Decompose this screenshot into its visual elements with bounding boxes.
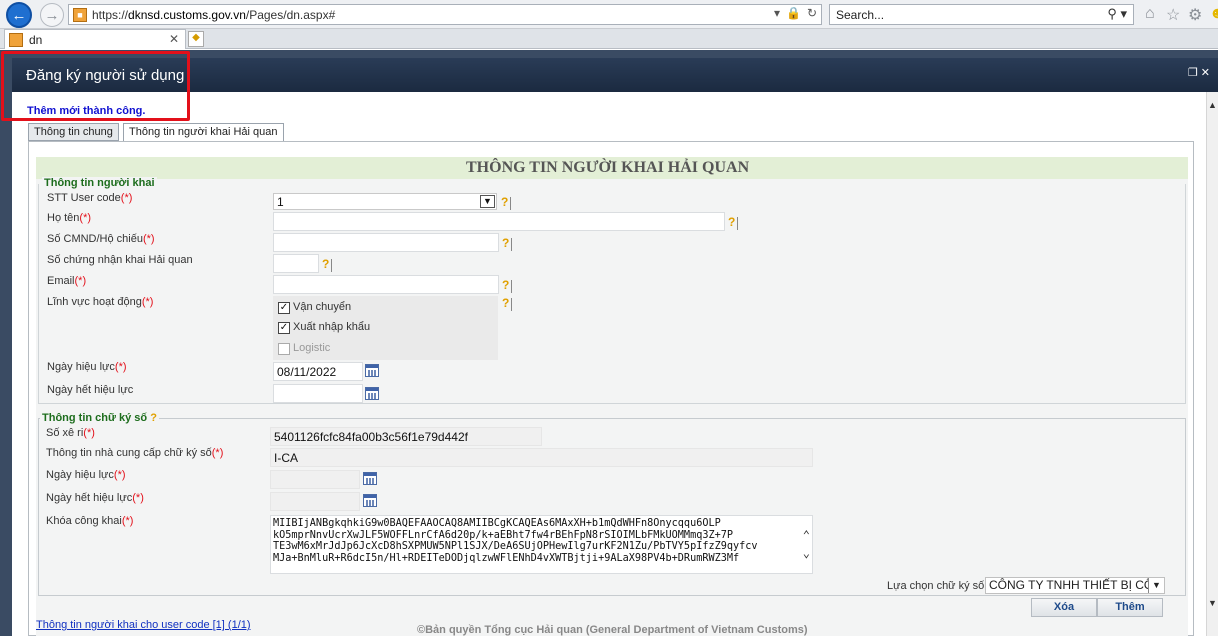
sig-select-label: Lựa chọn chữ ký số [887, 580, 985, 592]
tab-general-info[interactable]: Thông tin chung [28, 123, 119, 141]
footer-copyright: ©Bản quyền Tổng cục Hải quan (General De… [417, 624, 808, 636]
email-label: Email(*) [47, 275, 87, 287]
url-text: https://dknsd.customs.gov.vn/Pages/dn.as… [92, 7, 336, 22]
id-label: Số CMND/Hộ chiếu(*) [47, 233, 155, 245]
page-title: THÔNG TIN NGƯỜI KHAI HẢI QUAN [466, 159, 750, 176]
tab-favicon-icon [9, 32, 23, 47]
checkbox-transport-label: Vận chuyển [293, 301, 352, 313]
refresh-icon[interactable]: ↻ [807, 6, 817, 20]
help-icon[interactable]: ? [728, 215, 739, 230]
checkbox-import-export[interactable]: ✓ [278, 322, 290, 334]
close-tab-icon[interactable]: ✕ [169, 32, 179, 46]
calendar-icon[interactable] [363, 472, 377, 485]
tab-declarant-info[interactable]: Thông tin người khai Hải quan [123, 123, 284, 142]
checkbox-logistic-label: Logistic [293, 342, 331, 354]
calendar-icon[interactable] [365, 387, 379, 400]
back-arrow-icon[interactable]: ← [6, 2, 32, 28]
checkbox-transport[interactable]: ✓ [278, 302, 290, 314]
serial-label: Số xê ri(*) [46, 427, 95, 439]
textarea-scroll-icon[interactable]: ⌃ ⌄ [803, 526, 810, 562]
effective-date-label: Ngày hiệu lực(*) [47, 361, 127, 373]
stt-label: STT User code(*) [47, 192, 133, 204]
checkbox-import-export-label: Xuất nhập khẩu [293, 321, 371, 333]
pagination-note[interactable]: Thông tin người khai cho user code [1] (… [36, 619, 251, 631]
sig-expiry-label: Ngày hết hiệu lực(*) [46, 492, 144, 504]
name-label: Họ tên(*) [47, 212, 92, 224]
url-field[interactable]: ■ https://dknsd.customs.gov.vn/Pages/dn.… [68, 4, 822, 25]
browser-tab[interactable]: dn ✕ [4, 29, 186, 49]
tab-title: dn [29, 32, 43, 47]
home-icon[interactable]: ⌂ [1145, 5, 1155, 23]
help-icon[interactable]: ? [502, 296, 513, 311]
scroll-up-icon[interactable]: ▲ [1208, 100, 1217, 110]
field-label: Lĩnh vực hoạt động(*) [47, 296, 154, 308]
dialog-header: Đăng ký người sử dụng ❐ ✕ [12, 58, 1218, 92]
id-input[interactable] [273, 233, 499, 252]
cert-input[interactable] [273, 254, 319, 273]
provider-label: Thông tin nhà cung cấp chữ ký số(*) [46, 447, 224, 459]
chevron-down-icon[interactable]: ▼ [480, 195, 495, 208]
provider-input[interactable]: I-CA [270, 448, 813, 467]
help-icon[interactable]: ? [501, 195, 512, 210]
expiry-date-input[interactable] [273, 384, 363, 403]
sig-expiry-input[interactable] [270, 492, 360, 511]
pubkey-label: Khóa công khai(*) [46, 515, 134, 527]
email-input[interactable] [273, 275, 499, 294]
help-icon[interactable]: ? [502, 236, 513, 251]
sig-effective-input[interactable] [270, 470, 360, 489]
sig-effective-label: Ngày hiệu lực(*) [46, 469, 126, 481]
calendar-icon[interactable] [365, 364, 379, 377]
dropdown-icon[interactable]: ▾ [774, 6, 780, 20]
delete-button[interactable]: Xóa [1031, 598, 1097, 617]
add-button[interactable]: Thêm [1097, 598, 1163, 617]
favorites-star-icon[interactable]: ☆ [1166, 5, 1180, 25]
name-input[interactable] [273, 212, 725, 231]
serial-input[interactable]: 5401126fcfc84fa00b3c56f1e79d442f [270, 427, 542, 446]
vertical-scrollbar[interactable]: ▲ ▼ [1206, 92, 1218, 636]
help-icon[interactable]: ? [502, 278, 513, 293]
signature-legend: Thông tin chữ ký số ? [40, 412, 159, 424]
pubkey-textarea[interactable]: MIIBIjANBgkqhkiG9w0BAQEFAAOCAQ8AMIIBCgKC… [270, 515, 813, 574]
calendar-icon[interactable] [363, 494, 377, 507]
dialog-window-controls[interactable]: ❐ ✕ [1188, 66, 1210, 79]
highlight-box [1, 51, 190, 121]
chevron-down-icon[interactable]: ▼ [1148, 578, 1164, 593]
cert-label: Số chứng nhận khai Hải quan [47, 254, 193, 266]
new-tab-icon[interactable]: ◆ [188, 31, 204, 47]
search-input[interactable]: Search... ⚲ ▾ [829, 4, 1134, 25]
url-controls: ▾ 🔒 ↻ [774, 6, 817, 20]
forward-arrow-icon[interactable]: → [40, 3, 64, 27]
gear-icon[interactable]: ⚙ [1188, 5, 1202, 25]
checkbox-logistic[interactable] [278, 343, 290, 355]
declarant-legend: Thông tin người khai [42, 177, 157, 189]
browser-tab-row: dn ✕ ◆ [0, 29, 1218, 49]
expiry-date-label: Ngày hết hiệu lực [47, 384, 134, 396]
search-icon[interactable]: ⚲ ▾ [1107, 6, 1127, 22]
lock-icon[interactable]: 🔒 [786, 6, 801, 20]
effective-date-input[interactable]: 08/11/2022 [273, 362, 363, 381]
smiley-icon[interactable]: ☻ [1209, 5, 1218, 23]
help-icon[interactable]: ? [322, 257, 333, 272]
browser-address-bar: ← → ■ https://dknsd.customs.gov.vn/Pages… [0, 0, 1218, 29]
signature-select[interactable]: CÔNG TY TNHH THIẾT BỊ CÔNG ▼ [985, 577, 1165, 594]
scroll-down-icon[interactable]: ▼ [1208, 598, 1217, 608]
site-favicon-icon: ■ [73, 7, 87, 22]
stt-select[interactable]: 1 ▼ [273, 193, 497, 210]
